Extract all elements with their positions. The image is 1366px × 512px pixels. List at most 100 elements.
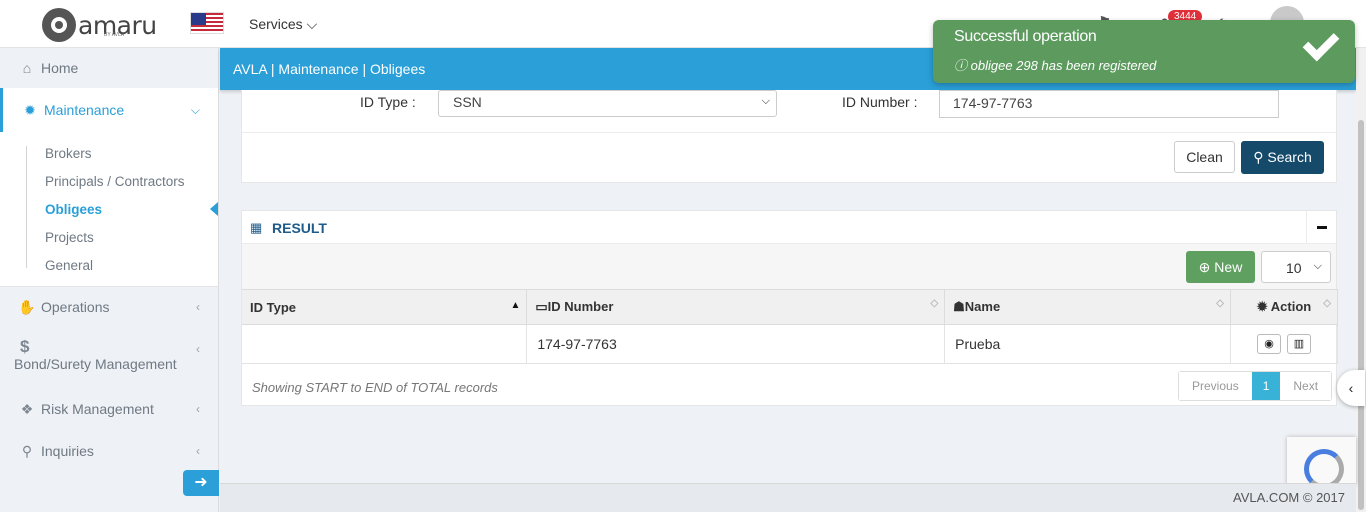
submenu-projects[interactable]: Projects bbox=[45, 230, 94, 245]
sidebar-item-label: Risk Management bbox=[41, 401, 154, 417]
chevron-left-icon: ‹ bbox=[196, 342, 200, 356]
chevron-left-icon: ‹ bbox=[1348, 380, 1354, 396]
sidebar-item-risk[interactable]: ❖ Risk Management ‹ bbox=[0, 389, 218, 429]
page-footer: AVLA.COM © 2017 bbox=[220, 483, 1356, 512]
search-panel: ID Type : SSN ⌵ ID Number : 174-97-7763 … bbox=[241, 90, 1337, 183]
dollar-icon: $ bbox=[20, 337, 30, 356]
id-type-select[interactable]: SSN ⌵ bbox=[438, 90, 777, 117]
view-eye-icon[interactable]: ◉ bbox=[1257, 334, 1281, 354]
page-size-value: 10 bbox=[1286, 260, 1302, 276]
sidebar-item-operations[interactable]: ✋ Operations ‹ bbox=[0, 287, 218, 327]
gear-icon: ✹ bbox=[24, 101, 36, 118]
scrollbar-thumb[interactable] bbox=[1358, 120, 1364, 510]
sort-icon: ◇ bbox=[1216, 298, 1224, 309]
check-icon bbox=[1302, 24, 1340, 62]
submenu-obligees[interactable]: Obligees bbox=[45, 202, 102, 217]
id-number-input[interactable]: 174-97-7763 bbox=[939, 90, 1279, 118]
handshake-icon: ✋ bbox=[18, 298, 36, 315]
side-panel-toggle[interactable]: ‹ bbox=[1337, 370, 1365, 406]
submenu-general[interactable]: General bbox=[45, 258, 93, 273]
sidebar-item-label: Home bbox=[41, 60, 79, 76]
chevron-left-icon: ‹ bbox=[196, 402, 200, 416]
cell-id-type bbox=[242, 324, 528, 364]
column-id-type[interactable]: ID Type ▲ bbox=[242, 289, 528, 325]
column-action[interactable]: ✹ Action ◇ bbox=[1230, 289, 1338, 325]
column-label: Action bbox=[1270, 299, 1312, 314]
maintenance-submenu: Brokers Principals / Contractors Obligee… bbox=[0, 132, 218, 287]
success-toast[interactable]: Successful operation ⓘ obligee 298 has b… bbox=[933, 20, 1355, 83]
chevron-down-icon: ⌵ bbox=[1313, 260, 1322, 272]
amaru-logo[interactable]: amaru bbox=[42, 8, 157, 42]
clean-button[interactable]: Clean bbox=[1174, 141, 1235, 173]
sidebar-item-inquiries[interactable]: ⚲ Inquiries ‹ bbox=[0, 431, 218, 471]
sidebar-item-label: Maintenance bbox=[44, 102, 125, 118]
us-flag-icon[interactable] bbox=[190, 12, 224, 34]
page-size-select[interactable]: 10 ⌵ bbox=[1261, 251, 1331, 283]
result-toolbar: ⊕ New 10 ⌵ bbox=[242, 244, 1336, 289]
plus-circle-icon: ⊕ bbox=[1198, 259, 1211, 275]
sidebar: ⌂ Home ✹ Maintenance ⌵ Brokers Principal… bbox=[0, 48, 219, 512]
search-icon: ⚲ bbox=[1253, 149, 1264, 165]
chevron-left-icon: ‹ bbox=[196, 300, 200, 314]
user-icon: ☗ bbox=[953, 299, 965, 314]
sort-icon: ◇ bbox=[1323, 298, 1331, 309]
id-card-icon: ▭ bbox=[535, 299, 548, 314]
chevron-down-icon: ⌵ bbox=[190, 102, 200, 117]
chevron-left-icon: ‹ bbox=[196, 444, 200, 458]
id-type-value: SSN bbox=[453, 94, 482, 110]
submenu-brokers[interactable]: Brokers bbox=[45, 146, 92, 161]
column-id-number[interactable]: ▭ID Number ◇ bbox=[526, 289, 946, 325]
arrow-left-circle-icon: ➜ bbox=[194, 474, 208, 491]
submenu-principals[interactable]: Principals / Contractors bbox=[45, 174, 185, 189]
collapse-sidebar-button[interactable]: ➜ bbox=[183, 470, 219, 496]
result-table: ID Type ▲ ▭ID Number ◇ ☗Name ◇ ✹ Action … bbox=[242, 289, 1338, 364]
cubes-icon: ❖ bbox=[20, 400, 34, 417]
search-button[interactable]: ⚲ Search bbox=[1241, 141, 1324, 174]
new-button-label: New bbox=[1214, 259, 1243, 275]
toast-message-row: ⓘ obligee 298 has been registered bbox=[954, 55, 1156, 74]
copyright-text: AVLA.COM © 2017 bbox=[1233, 490, 1345, 505]
id-type-label: ID Type : bbox=[360, 94, 416, 110]
delete-trash-icon[interactable]: ▥ bbox=[1287, 334, 1311, 354]
info-circle-icon: ⓘ bbox=[954, 58, 968, 73]
table-row: 174-97-7763 Prueba ◉ ▥ bbox=[242, 324, 1338, 364]
search-icon: ⚲ bbox=[21, 442, 33, 459]
pagination: Previous 1 Next bbox=[1178, 371, 1333, 401]
column-label: Name bbox=[964, 299, 1001, 314]
toast-title: Successful operation bbox=[954, 28, 1097, 45]
collapse-minus-icon[interactable] bbox=[1306, 211, 1336, 244]
new-button[interactable]: ⊕ New bbox=[1186, 251, 1255, 283]
column-label: ID Type bbox=[250, 299, 296, 315]
search-button-label: Search bbox=[1267, 149, 1312, 165]
services-menu[interactable]: Services ⌵ bbox=[249, 16, 317, 33]
sort-icon: ◇ bbox=[930, 298, 939, 309]
result-title: RESULT bbox=[272, 220, 327, 236]
pagination-next[interactable]: Next bbox=[1280, 372, 1332, 400]
id-number-label: ID Number : bbox=[842, 94, 918, 110]
cell-name: Prueba bbox=[944, 324, 1231, 364]
sidebar-item-maintenance[interactable]: ✹ Maintenance ⌵ bbox=[0, 88, 218, 132]
chevron-down-icon: ⌵ bbox=[761, 95, 770, 107]
cog-icon: ✹ bbox=[1256, 299, 1268, 314]
column-name[interactable]: ☗Name ◇ bbox=[944, 289, 1231, 325]
logo-mark-icon bbox=[42, 8, 76, 42]
active-caret-icon bbox=[210, 202, 218, 216]
sidebar-item-label: Bond/Surety Management bbox=[14, 356, 177, 372]
pagination-page-1[interactable]: 1 bbox=[1251, 372, 1281, 400]
result-header: ▦ RESULT bbox=[242, 211, 1336, 244]
column-label: ID Number bbox=[547, 299, 614, 314]
sidebar-item-bond[interactable]: $ Bond/Surety Management ‹ bbox=[0, 330, 218, 380]
recaptcha-badge-icon[interactable] bbox=[1287, 437, 1356, 489]
table-info: Showing START to END of TOTAL records bbox=[252, 380, 498, 395]
logo-subtext: BY AVLA bbox=[104, 32, 125, 38]
sort-asc-icon: ▲ bbox=[510, 300, 521, 311]
sidebar-item-home[interactable]: ⌂ Home bbox=[0, 48, 218, 88]
home-icon: ⌂ bbox=[22, 60, 32, 76]
cell-action: ◉ ▥ bbox=[1230, 324, 1338, 364]
sidebar-item-label: Inquiries bbox=[41, 443, 94, 459]
pagination-previous[interactable]: Previous bbox=[1179, 372, 1252, 400]
result-panel: ▦ RESULT ⊕ New 10 ⌵ ID Type ▲ ▭ID Number… bbox=[241, 210, 1338, 406]
table-icon: ▦ bbox=[250, 220, 263, 235]
sidebar-item-label: Operations bbox=[41, 299, 110, 315]
toast-message: obligee 298 has been registered bbox=[970, 58, 1157, 73]
